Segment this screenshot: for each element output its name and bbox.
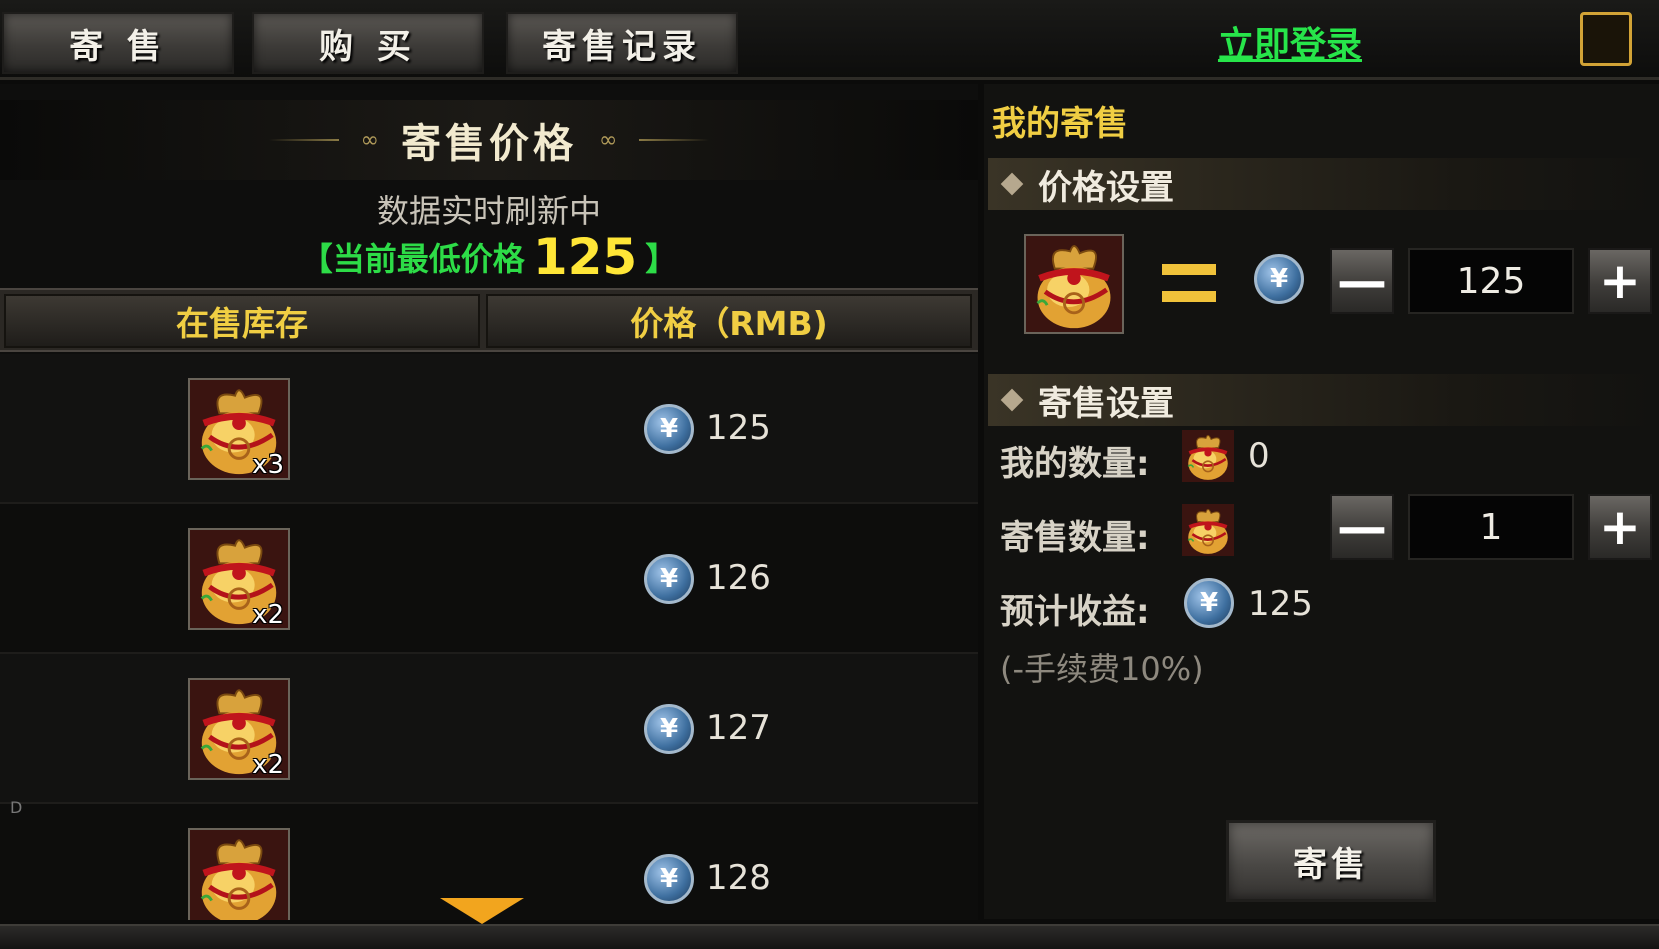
item-slot[interactable] xyxy=(188,828,290,920)
info-icon[interactable] xyxy=(1580,12,1632,66)
diamond-bullet-icon xyxy=(1000,388,1024,412)
item-slot[interactable]: x2 xyxy=(188,678,290,780)
item-quantity: x3 xyxy=(252,450,284,480)
refresh-status-text: 数据实时刷新中 xyxy=(376,192,601,230)
my-quantity-label: 我的数量: xyxy=(1000,444,1150,484)
coin-icon: ¥ xyxy=(644,404,694,454)
consign-settings-header: 寄售设置 xyxy=(988,374,1659,426)
price-settings-header: 价格设置 xyxy=(988,158,1659,210)
ornament-knot-right-icon: ∞ xyxy=(599,127,618,153)
consign-submit-button[interactable]: 寄售 xyxy=(1226,820,1436,902)
lowest-price-label: 【当前最低价格 xyxy=(300,240,525,278)
treasure-bag-icon xyxy=(190,830,288,920)
table-row[interactable]: x2 ¥ 126 xyxy=(0,504,978,654)
table-row[interactable]: x3 ¥ 125 xyxy=(0,354,978,504)
side-marker: D xyxy=(10,798,23,817)
expected-income-label: 预计收益: xyxy=(1000,592,1150,632)
item-slot[interactable]: x2 xyxy=(188,528,290,630)
expected-income-value: 125 xyxy=(1248,584,1313,624)
consign-settings-label: 寄售设置 xyxy=(1038,383,1174,424)
top-bar xyxy=(0,0,1659,80)
equals-icon xyxy=(1162,264,1216,304)
quantity-increase-button[interactable]: + xyxy=(1588,494,1652,560)
coin-icon: ¥ xyxy=(1254,254,1304,304)
diamond-bullet-icon xyxy=(1000,172,1024,196)
coin-icon: ¥ xyxy=(1184,578,1234,628)
price-title-bar: ∞ 寄售价格 ∞ xyxy=(0,100,978,180)
price-settings-label: 价格设置 xyxy=(1038,167,1174,208)
column-header-price: 价格（RMB) xyxy=(486,294,972,348)
ornament-line-right xyxy=(639,139,710,141)
row-price: 127 xyxy=(706,708,771,748)
treasure-bag-icon xyxy=(1182,502,1234,558)
price-panel-title: 寄售价格 xyxy=(401,121,577,167)
price-increase-button[interactable]: + xyxy=(1588,248,1652,314)
table-row[interactable]: x2 ¥ 127 xyxy=(0,654,978,804)
lowest-price-value: 125 xyxy=(532,228,638,286)
price-decrease-button[interactable]: — xyxy=(1330,248,1394,314)
row-price: 126 xyxy=(706,558,771,598)
coin-icon: ¥ xyxy=(644,704,694,754)
table-header: 在售库存 价格（RMB) xyxy=(0,288,978,352)
row-price: 125 xyxy=(706,408,771,448)
price-input[interactable]: 125 xyxy=(1408,248,1574,314)
coin-icon: ¥ xyxy=(644,854,694,904)
ornament-knot-left-icon: ∞ xyxy=(360,127,379,153)
lowest-price-line: 【当前最低价格 125】 xyxy=(0,228,978,286)
lowest-price-bracket: 】 xyxy=(645,240,678,278)
item-quantity: x2 xyxy=(252,600,284,630)
treasure-bag-icon xyxy=(1026,236,1122,332)
login-link[interactable]: 立即登录 xyxy=(1180,14,1400,70)
sale-item-slot[interactable] xyxy=(1024,234,1124,334)
my-quantity-value: 0 xyxy=(1248,436,1270,476)
row-price: 128 xyxy=(706,858,771,898)
quantity-input[interactable]: 1 xyxy=(1408,494,1574,560)
ornament-line-left xyxy=(268,139,339,141)
bottom-frame-strip xyxy=(0,924,1659,949)
sale-quantity-label: 寄售数量: xyxy=(1000,518,1150,558)
tab-consign-records[interactable]: 寄售记录 xyxy=(506,12,738,74)
coin-icon: ¥ xyxy=(644,554,694,604)
tab-consign[interactable]: 寄 售 xyxy=(2,12,234,74)
treasure-bag-icon xyxy=(1182,428,1234,484)
fee-note: (-手续费10%) xyxy=(1000,650,1204,688)
tab-buy[interactable]: 购 买 xyxy=(252,12,484,74)
quantity-decrease-button[interactable]: — xyxy=(1330,494,1394,560)
my-consignment-title: 我的寄售 xyxy=(992,104,1128,144)
listing-table[interactable]: x3 ¥ 125 x2 ¥ 126 x2 ¥ 127 ¥ 128 xyxy=(0,354,978,920)
scroll-down-arrow-icon[interactable] xyxy=(440,898,524,924)
column-header-stock: 在售库存 xyxy=(4,294,480,348)
item-slot[interactable]: x3 xyxy=(188,378,290,480)
item-quantity: x2 xyxy=(252,750,284,780)
